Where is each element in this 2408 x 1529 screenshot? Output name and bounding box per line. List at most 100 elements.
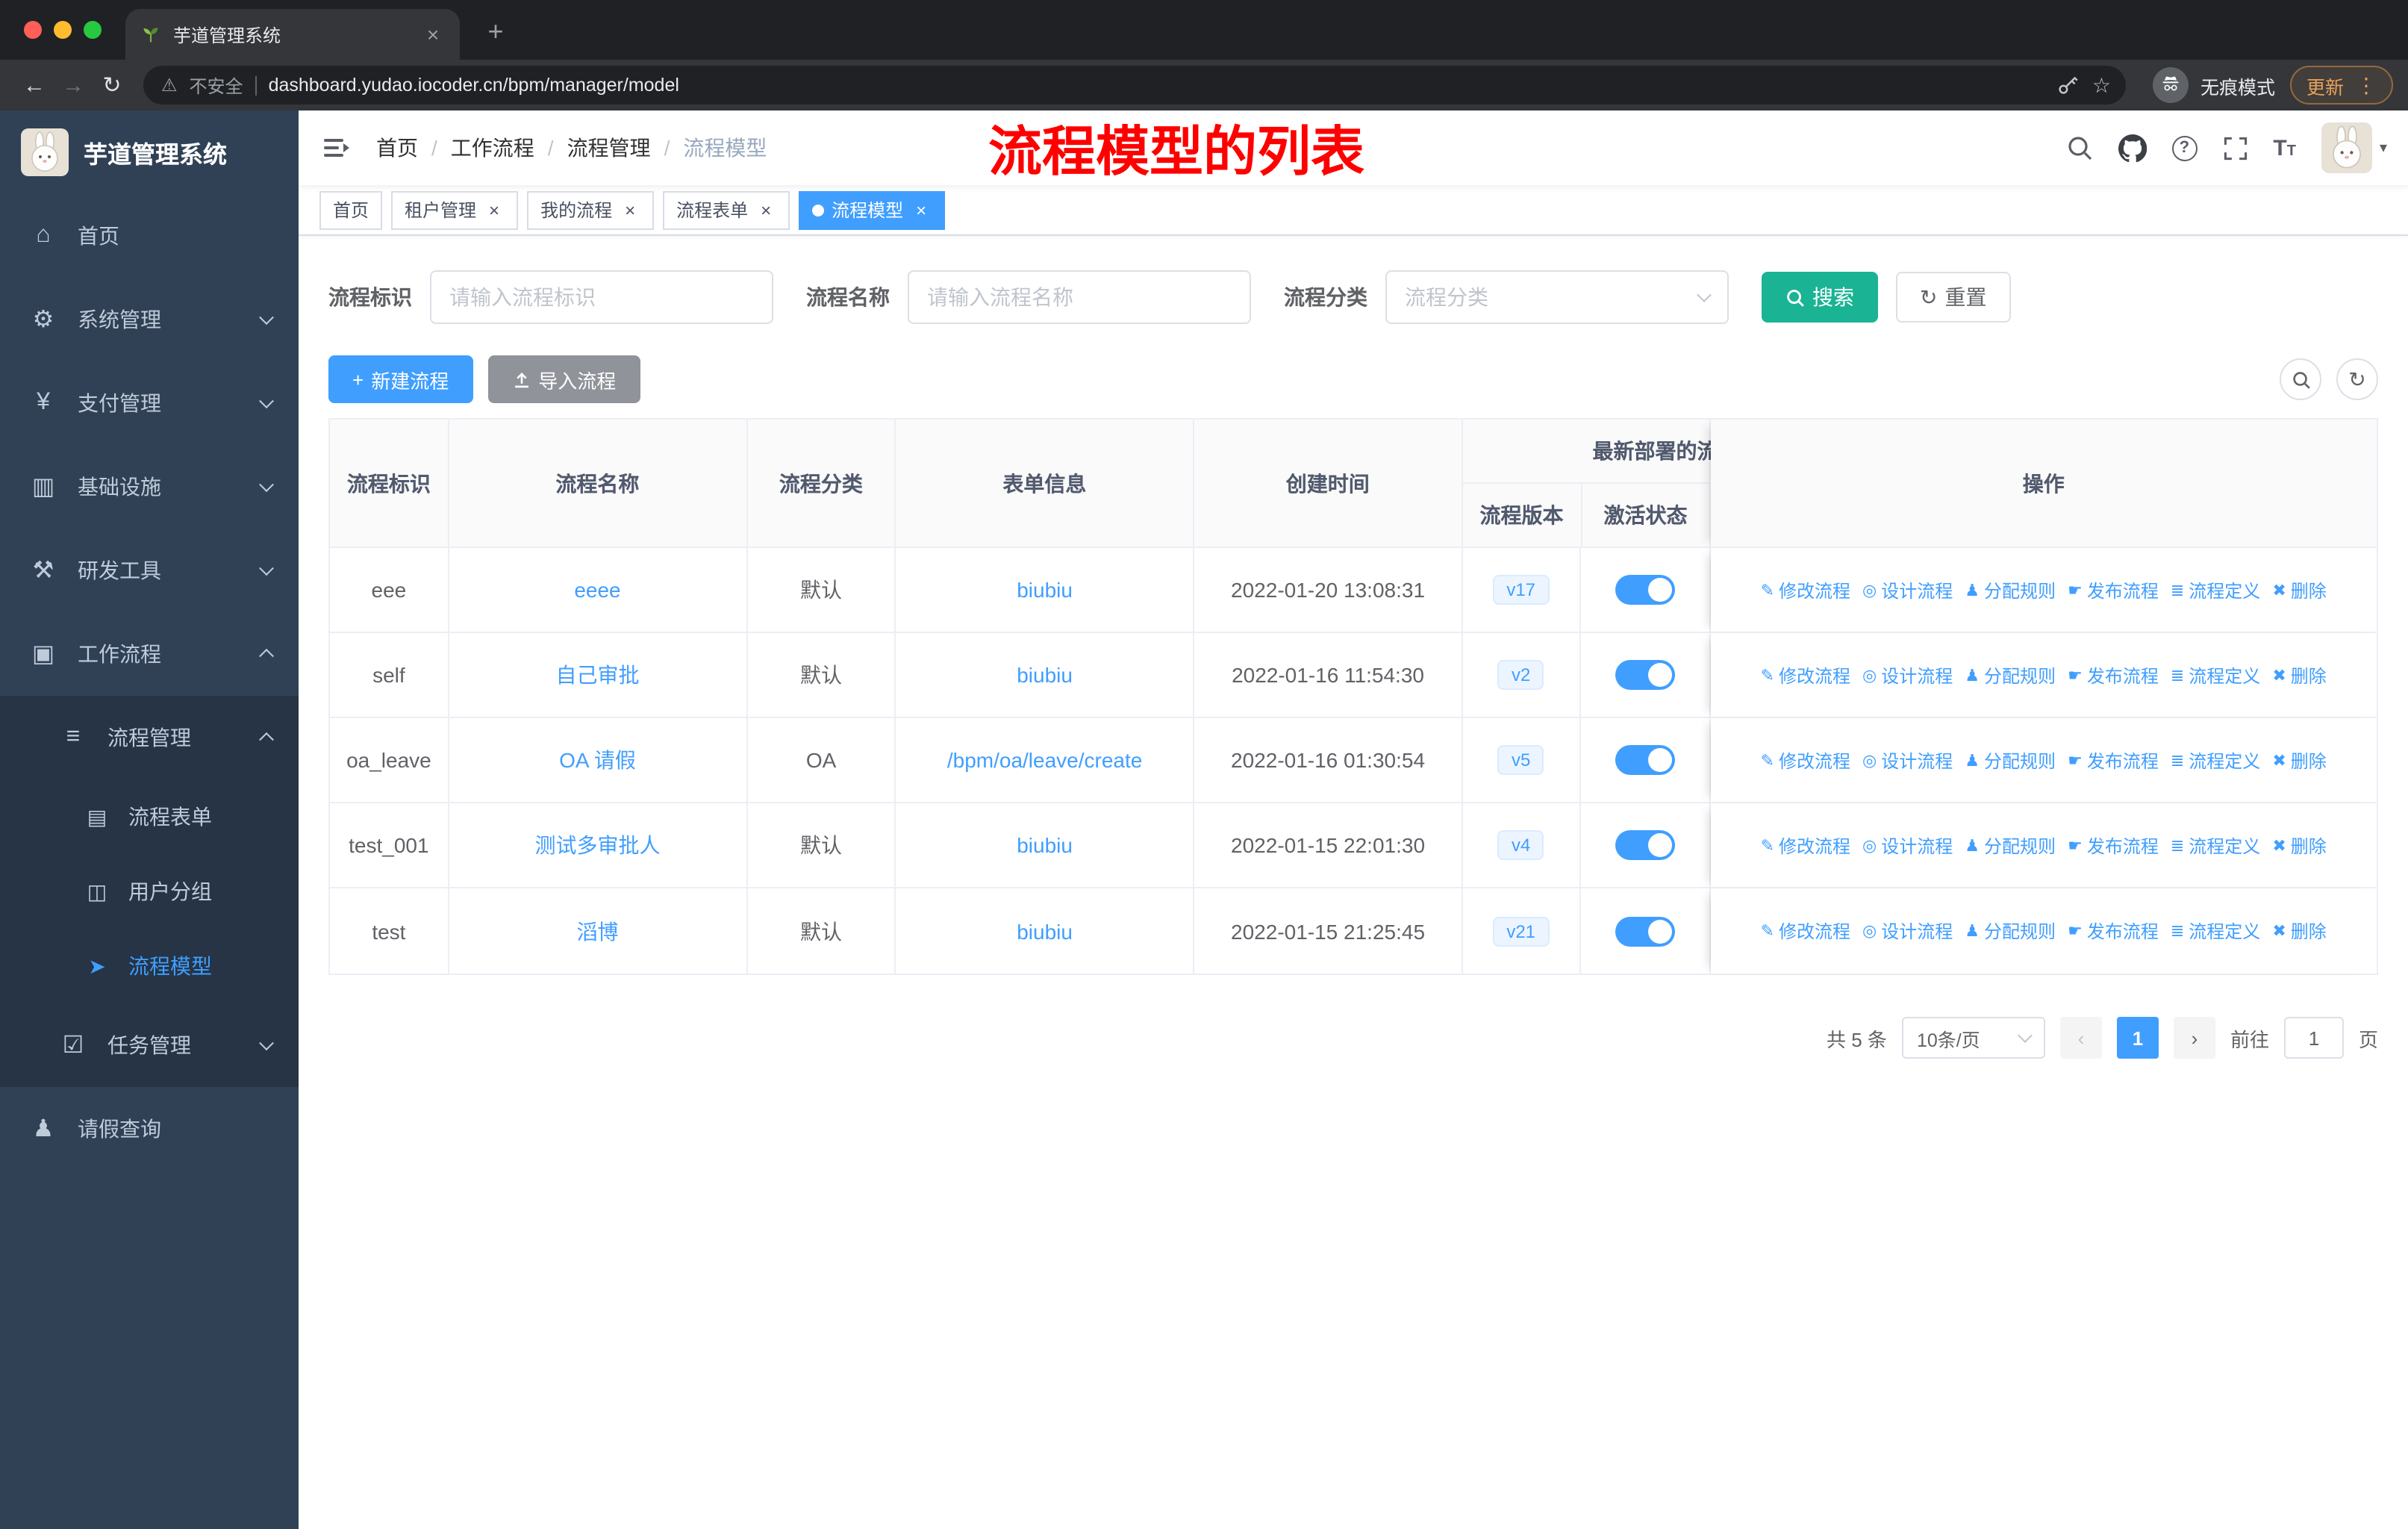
toggle-search-button[interactable] (2280, 358, 2321, 400)
browser-update-button[interactable]: 更新 ⋮ (2289, 66, 2393, 105)
breadcrumb-process-management[interactable]: 流程管理 (567, 133, 651, 163)
op-definition-link[interactable]: ≣ 流程定义 (2171, 577, 2260, 602)
github-button[interactable] (2118, 134, 2147, 162)
minimize-window-button[interactable] (54, 21, 72, 39)
form-info-link[interactable]: /bpm/oa/leave/create (947, 748, 1143, 772)
new-tab-button[interactable]: + (478, 13, 514, 49)
op-design-link[interactable]: ◎ 设计流程 (1862, 577, 1953, 602)
op-edit-link[interactable]: ✎ 修改流程 (1761, 577, 1850, 602)
op-assign-rule-link[interactable]: ♟ 分配规则 (1965, 832, 2056, 858)
close-icon[interactable]: × (755, 199, 776, 220)
form-info-link[interactable]: biubiu (1017, 919, 1073, 943)
address-bar[interactable]: ⚠ 不安全 dashboard.yudao.iocoder.cn/bpm/man… (143, 66, 2126, 105)
close-icon[interactable]: × (484, 199, 505, 220)
forward-button[interactable]: → (54, 66, 93, 105)
reset-button[interactable]: ↻ 重置 (1896, 272, 2011, 323)
op-delete-link[interactable]: ✖ 删除 (2272, 918, 2326, 944)
sidebar-item-process-form[interactable]: ▤ 流程表单 (0, 779, 299, 854)
close-window-button[interactable] (24, 21, 42, 39)
sidebar-item-home[interactable]: ⌂ 首页 (0, 194, 299, 278)
search-button[interactable]: 搜索 (1762, 272, 1878, 323)
sidebar-item-workflow[interactable]: ▣ 工作流程 (0, 612, 299, 696)
browser-tab[interactable]: 芋道管理系统 × (125, 9, 460, 60)
active-toggle[interactable] (1615, 575, 1675, 605)
op-publish-link[interactable]: ☛ 发布流程 (2068, 662, 2159, 688)
tag-process-model[interactable]: 流程模型 × (799, 190, 946, 229)
refresh-table-button[interactable]: ↻ (2336, 358, 2378, 400)
form-info-link[interactable]: biubiu (1017, 833, 1073, 857)
font-size-button[interactable]: TT (2273, 135, 2296, 161)
tab-close-icon[interactable]: × (421, 22, 445, 46)
sidebar-item-infrastructure[interactable]: ▥ 基础设施 (0, 445, 299, 529)
close-icon[interactable]: × (620, 199, 640, 220)
op-edit-link[interactable]: ✎ 修改流程 (1761, 747, 1850, 773)
tag-my-process[interactable]: 我的流程 × (527, 190, 655, 229)
sidebar-toggle-button[interactable] (299, 110, 373, 185)
op-design-link[interactable]: ◎ 设计流程 (1862, 918, 1953, 944)
create-process-button[interactable]: + 新建流程 (328, 355, 473, 403)
user-avatar-menu[interactable]: ▾ (2321, 122, 2387, 173)
op-publish-link[interactable]: ☛ 发布流程 (2068, 747, 2159, 773)
reload-button[interactable]: ↻ (93, 66, 131, 105)
op-definition-link[interactable]: ≣ 流程定义 (2171, 747, 2260, 773)
op-definition-link[interactable]: ≣ 流程定义 (2171, 918, 2260, 944)
fullscreen-button[interactable] (2222, 135, 2248, 161)
op-edit-link[interactable]: ✎ 修改流程 (1761, 832, 1850, 858)
incognito-badge[interactable]: 无痕模式 (2152, 67, 2275, 103)
process-name-link[interactable]: OA 请假 (559, 745, 636, 775)
next-page-button[interactable]: › (2173, 1017, 2215, 1059)
process-name-link[interactable]: 自己审批 (555, 660, 639, 690)
op-publish-link[interactable]: ☛ 发布流程 (2068, 832, 2159, 858)
op-edit-link[interactable]: ✎ 修改流程 (1761, 918, 1850, 944)
process-key-input[interactable] (430, 270, 773, 324)
security-label[interactable]: 不安全 (190, 72, 243, 98)
op-design-link[interactable]: ◎ 设计流程 (1862, 747, 1953, 773)
op-design-link[interactable]: ◎ 设计流程 (1862, 832, 1953, 858)
help-button[interactable]: ? (2171, 135, 2198, 161)
prev-page-button[interactable]: ‹ (2059, 1017, 2102, 1059)
op-delete-link[interactable]: ✖ 删除 (2272, 832, 2326, 858)
browser-menu-kebab-icon[interactable]: ⋮ (2356, 72, 2377, 98)
op-definition-link[interactable]: ≣ 流程定义 (2171, 662, 2260, 688)
active-toggle[interactable] (1615, 745, 1675, 775)
op-delete-link[interactable]: ✖ 删除 (2272, 662, 2326, 688)
breadcrumb-home[interactable]: 首页 (376, 133, 418, 163)
close-icon[interactable]: × (911, 199, 932, 220)
sidebar-item-leave-query[interactable]: ♟ 请假查询 (0, 1087, 299, 1171)
sidebar-item-process-model[interactable]: ➤ 流程模型 (0, 929, 299, 1003)
op-definition-link[interactable]: ≣ 流程定义 (2171, 832, 2260, 858)
active-toggle[interactable] (1615, 660, 1675, 690)
sidebar-item-system-management[interactable]: ⚙ 系统管理 (0, 278, 299, 361)
process-name-link[interactable]: 测试多审批人 (534, 830, 660, 860)
active-toggle[interactable] (1615, 830, 1675, 860)
back-button[interactable]: ← (15, 66, 54, 105)
op-publish-link[interactable]: ☛ 发布流程 (2068, 918, 2159, 944)
import-process-button[interactable]: 导入流程 (487, 355, 640, 403)
tag-process-form[interactable]: 流程表单 × (663, 190, 790, 229)
op-publish-link[interactable]: ☛ 发布流程 (2068, 577, 2159, 602)
op-design-link[interactable]: ◎ 设计流程 (1862, 662, 1953, 688)
maximize-window-button[interactable] (84, 21, 102, 39)
page-size-select[interactable]: 10条/页 (1901, 1017, 2045, 1059)
op-delete-link[interactable]: ✖ 删除 (2272, 747, 2326, 773)
op-assign-rule-link[interactable]: ♟ 分配规则 (1965, 918, 2056, 944)
breadcrumb-workflow[interactable]: 工作流程 (451, 133, 534, 163)
goto-page-input[interactable] (2283, 1017, 2344, 1059)
process-category-select[interactable]: 流程分类 (1385, 270, 1729, 324)
active-toggle[interactable] (1615, 916, 1675, 946)
op-edit-link[interactable]: ✎ 修改流程 (1761, 662, 1850, 688)
app-logo[interactable]: 芋道管理系统 (0, 110, 299, 194)
form-info-link[interactable]: biubiu (1017, 663, 1073, 687)
form-info-link[interactable]: biubiu (1017, 578, 1073, 602)
page-1-button[interactable]: 1 (2116, 1017, 2159, 1059)
op-assign-rule-link[interactable]: ♟ 分配规则 (1965, 747, 2056, 773)
op-assign-rule-link[interactable]: ♟ 分配规则 (1965, 662, 2056, 688)
sidebar-item-payment-management[interactable]: ¥ 支付管理 (0, 361, 299, 445)
key-icon[interactable] (2056, 73, 2080, 97)
process-name-input[interactable] (908, 270, 1251, 324)
sidebar-item-user-group[interactable]: ◫ 用户分组 (0, 854, 299, 929)
tag-tenant-management[interactable]: 租户管理 × (391, 190, 519, 229)
bookmark-star-icon[interactable]: ☆ (2092, 72, 2111, 98)
process-name-link[interactable]: 滔博 (576, 916, 618, 946)
op-delete-link[interactable]: ✖ 删除 (2272, 577, 2326, 602)
